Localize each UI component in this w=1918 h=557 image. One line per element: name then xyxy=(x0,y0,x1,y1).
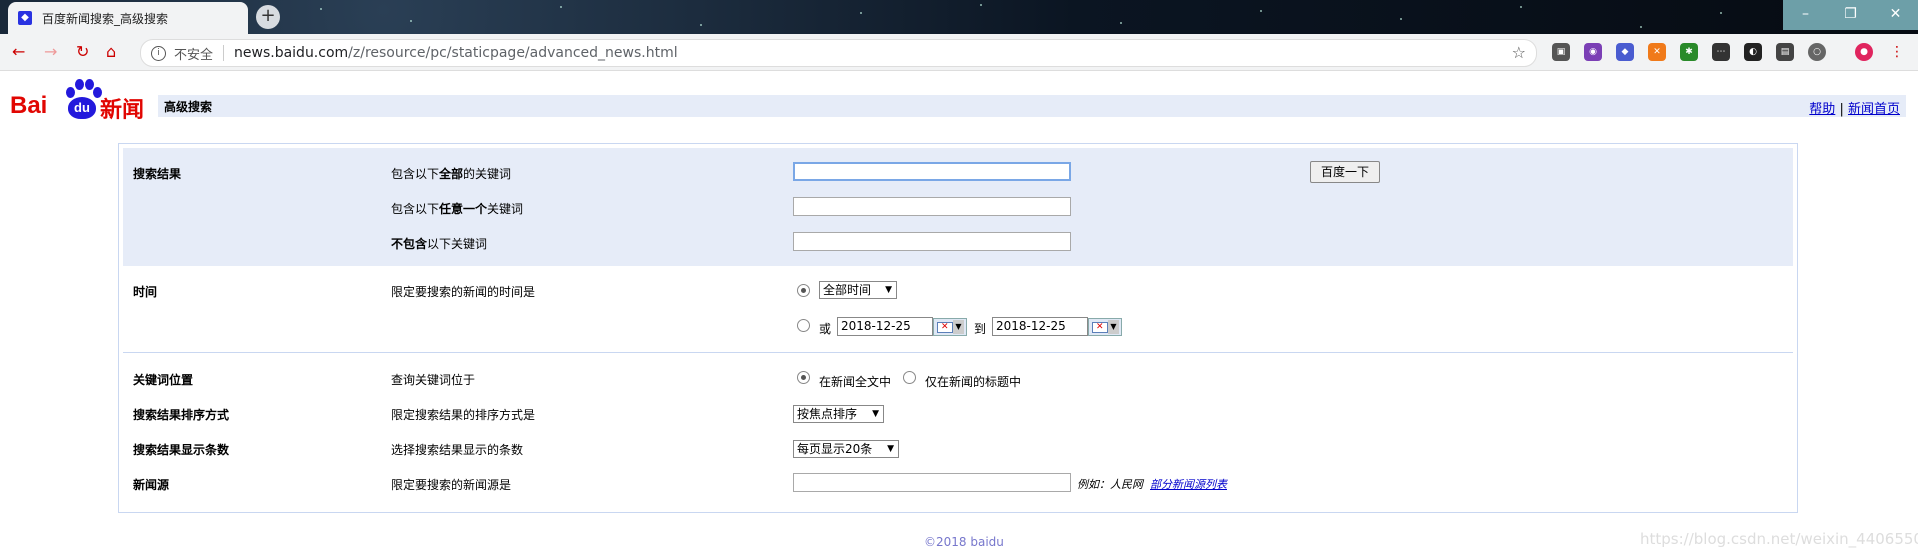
extension-x-icon[interactable]: ✕ xyxy=(1648,43,1666,61)
info-icon[interactable]: i xyxy=(151,45,166,61)
browser-tab-active[interactable]: ◆ 百度新闻搜索_高级搜索 xyxy=(8,2,248,34)
exclude-keywords-description: 不包含以下关键词 xyxy=(391,237,488,251)
minimize-icon[interactable]: – xyxy=(1783,0,1828,30)
tab-title: 百度新闻搜索_高级搜索 xyxy=(42,11,169,26)
result-count-select[interactable]: 每页显示20条 ▼ xyxy=(793,440,899,458)
sort-select[interactable]: 按焦点排序 ▼ xyxy=(793,405,884,423)
or-label: 或 xyxy=(819,322,832,336)
time-description: 限定要搜索的新闻的时间是 xyxy=(391,285,536,299)
calendar-to-icon[interactable]: ✕ ▼ xyxy=(1088,318,1122,336)
calendar-from-icon[interactable]: ✕ ▼ xyxy=(933,318,967,336)
sort-description: 限定搜索结果的排序方式是 xyxy=(391,408,536,422)
position-radio-title[interactable] xyxy=(903,371,916,384)
news-source-label: 新闻源 xyxy=(133,478,170,492)
extension-bug-icon[interactable]: ✱ xyxy=(1680,43,1698,61)
url-host: news.baidu.com xyxy=(234,45,349,61)
url-path: /z/resource/pc/staticpage/advanced_news.… xyxy=(348,45,678,61)
logo-news: 新闻 xyxy=(100,98,145,123)
position-full-text-label: 在新闻全文中 xyxy=(819,375,892,389)
home-icon[interactable]: ⌂ xyxy=(106,42,116,61)
close-window-icon[interactable]: ✕ xyxy=(1873,0,1918,30)
time-radio-custom[interactable] xyxy=(797,319,810,332)
logo-du: du xyxy=(68,97,96,119)
keyword-position-label: 关键词位置 xyxy=(133,373,194,387)
reload-icon[interactable]: ↻ xyxy=(76,42,89,61)
date-from-input[interactable]: 2018-12-25 xyxy=(837,317,933,336)
baidu-news-logo[interactable]: Bai du 新闻 xyxy=(10,76,146,123)
menu-icon[interactable]: ⋮ xyxy=(1888,43,1906,61)
restore-icon[interactable]: ❐ xyxy=(1828,0,1873,30)
browser-toolbar: ← → ↻ ⌂ i 不安全 news.baidu.com/z/resource/… xyxy=(0,34,1918,71)
any-keyword-input[interactable] xyxy=(793,197,1071,216)
window-controls: – ❐ ✕ xyxy=(1783,0,1918,30)
browser-tab-bar: ◆ 百度新闻搜索_高级搜索 + – ❐ ✕ xyxy=(0,0,1918,34)
extension-dots-icon[interactable]: ⋯ xyxy=(1712,43,1730,61)
keyword-position-description: 查询关键词位于 xyxy=(391,373,476,387)
address-separator xyxy=(223,45,225,61)
all-keywords-description: 包含以下全部的关键词 xyxy=(391,167,512,181)
time-range-select[interactable]: 全部时间 ▼ xyxy=(819,281,897,299)
header-links: 帮助 | 新闻首页 xyxy=(1809,98,1900,117)
extension-ca-icon[interactable]: ◉ xyxy=(1584,43,1602,61)
baidu-search-button[interactable]: 百度一下 xyxy=(1310,161,1380,183)
news-source-list-link[interactable]: 部分新闻源列表 xyxy=(1150,478,1227,491)
address-bar[interactable]: i 不安全 news.baidu.com/z/resource/pc/stati… xyxy=(140,39,1537,67)
page-title: 高级搜索 xyxy=(164,100,213,114)
extension-box-icon[interactable]: ▤ xyxy=(1776,43,1794,61)
result-count-label: 搜索结果显示条数 xyxy=(133,443,230,457)
watermark-text: https://blog.csdn.net/weixin_44065501 xyxy=(1640,530,1918,548)
advanced-search-form: 搜索结果 包含以下全部的关键词 百度一下 包含以下任意一个关键词 不包含以下关键… xyxy=(118,143,1798,513)
baidu-favicon-icon: ◆ xyxy=(18,11,32,25)
any-keyword-description: 包含以下任意一个关键词 xyxy=(391,202,524,216)
help-link[interactable]: 帮助 xyxy=(1809,102,1835,117)
security-label: 不安全 xyxy=(174,47,214,63)
date-to-input[interactable]: 2018-12-25 xyxy=(992,317,1088,336)
section-divider xyxy=(123,352,1793,353)
exclude-keywords-input[interactable] xyxy=(793,232,1071,251)
extension-image-icon[interactable]: ▣ xyxy=(1552,43,1570,61)
extension-shield-icon[interactable]: ◆ xyxy=(1616,43,1634,61)
profile-avatar-icon[interactable]: ● xyxy=(1855,43,1873,61)
footer-copyright: ©2018 baidu xyxy=(924,535,1004,549)
time-label: 时间 xyxy=(133,285,158,299)
news-source-description: 限定要搜索的新闻源是 xyxy=(391,478,512,492)
extension-ring-icon[interactable]: ○ xyxy=(1808,43,1826,61)
sort-label: 搜索结果排序方式 xyxy=(133,408,230,422)
forward-arrow-icon[interactable]: → xyxy=(44,42,57,61)
extension-circle-icon[interactable]: ◐ xyxy=(1744,43,1762,61)
news-source-input[interactable] xyxy=(793,473,1071,492)
bookmark-star-icon[interactable]: ☆ xyxy=(1512,43,1526,62)
result-count-description: 选择搜索结果显示的条数 xyxy=(391,443,524,457)
back-arrow-icon[interactable]: ← xyxy=(12,42,25,61)
position-radio-full-text[interactable] xyxy=(797,371,810,384)
page-header-bar: 高级搜索 帮助 | 新闻首页 xyxy=(158,95,1906,117)
logo-bai: Bai xyxy=(10,92,48,119)
link-separator: | xyxy=(1839,102,1844,117)
search-results-label: 搜索结果 xyxy=(133,167,182,181)
all-keywords-input[interactable] xyxy=(793,162,1071,181)
paw-icon: du xyxy=(62,79,102,119)
to-label: 到 xyxy=(974,322,987,336)
new-tab-button[interactable]: + xyxy=(256,5,280,29)
news-source-example: 例如：人民网 部分新闻源列表 xyxy=(1077,478,1227,491)
news-home-link[interactable]: 新闻首页 xyxy=(1848,102,1900,117)
position-title-label: 仅在新闻的标题中 xyxy=(925,375,1022,389)
time-radio-all[interactable] xyxy=(797,284,810,297)
